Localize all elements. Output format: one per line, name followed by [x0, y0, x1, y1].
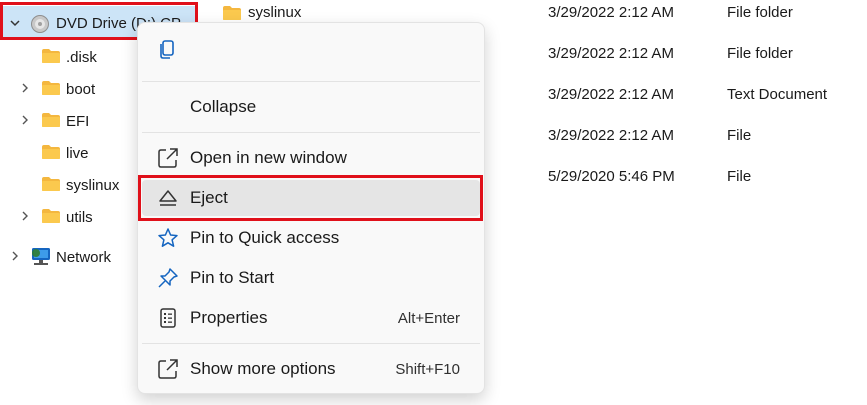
- menu-item-properties[interactable]: Properties Alt+Enter: [142, 300, 480, 336]
- folder-icon: [41, 176, 61, 192]
- menu-separator: [142, 81, 480, 82]
- file-date: 3/29/2022 2:12 AM: [548, 127, 674, 144]
- file-date: 3/29/2022 2:12 AM: [548, 4, 674, 21]
- folder-icon: [41, 112, 61, 128]
- chevron-right-icon[interactable]: [18, 81, 32, 95]
- chevron-right-icon[interactable]: [18, 113, 32, 127]
- chevron-down-icon[interactable]: [8, 16, 22, 30]
- network-icon: [30, 245, 52, 267]
- chevron-right-icon[interactable]: [8, 249, 22, 263]
- tree-item-label: EFI: [66, 113, 90, 130]
- tree-item-label: live: [66, 145, 89, 162]
- properties-icon: [157, 307, 179, 329]
- tree-item-label: boot: [66, 81, 96, 98]
- menu-item-eject[interactable]: Eject: [142, 180, 480, 216]
- file-type: Text Document: [727, 86, 828, 103]
- menu-item-label: Collapse: [190, 97, 257, 116]
- menu-item-label: Properties: [190, 308, 268, 327]
- dvd-drive-icon: [30, 14, 50, 34]
- menu-item-pin-to-start[interactable]: Pin to Start: [142, 260, 480, 296]
- menu-separator: [142, 343, 480, 344]
- file-date: 5/29/2020 5:46 PM: [548, 168, 675, 185]
- folder-icon: [41, 80, 61, 96]
- folder-icon: [41, 208, 61, 224]
- tree-item-label: syslinux: [66, 177, 120, 194]
- file-type: File: [727, 127, 752, 144]
- menu-separator: [142, 132, 480, 133]
- file-name: syslinux: [248, 4, 302, 21]
- menu-item-pin-quick-access[interactable]: Pin to Quick access: [142, 220, 480, 256]
- menu-item-collapse[interactable]: Collapse: [142, 89, 480, 125]
- menu-item-open-new-window[interactable]: Open in new window: [142, 140, 480, 176]
- chevron-right-icon[interactable]: [18, 209, 32, 223]
- menu-item-shortcut: Alt+Enter: [397, 309, 460, 327]
- folder-icon: [41, 144, 61, 160]
- file-date: 3/29/2022 2:12 AM: [548, 86, 674, 103]
- menu-item-label: Show more options: [190, 359, 336, 378]
- tree-item-label: .disk: [66, 49, 97, 66]
- menu-item-label: Pin to Quick access: [190, 228, 340, 247]
- menu-item-show-more-options[interactable]: Show more options Shift+F10: [142, 351, 480, 387]
- more-options-icon: [157, 358, 179, 380]
- file-date: 3/29/2022 2:12 AM: [548, 45, 674, 62]
- pin-icon: [157, 267, 179, 289]
- open-new-window-icon: [157, 147, 179, 169]
- context-menu: Collapse Open in new window Eject Pin to…: [137, 22, 485, 394]
- eject-icon: [157, 187, 179, 209]
- menu-item-label: Open in new window: [190, 148, 347, 167]
- folder-icon: [222, 5, 242, 21]
- tree-item-label: Network: [56, 249, 112, 266]
- file-type: File: [727, 168, 752, 185]
- menu-item-shortcut: Shift+F10: [395, 360, 460, 378]
- file-type: File folder: [727, 4, 793, 21]
- copy-button[interactable]: [152, 37, 182, 67]
- menu-item-label: Eject: [190, 188, 228, 207]
- tree-item-label: utils: [66, 209, 93, 226]
- copy-icon: [157, 39, 177, 66]
- star-icon: [157, 227, 179, 249]
- menu-item-label: Pin to Start: [190, 268, 275, 287]
- file-type: File folder: [727, 45, 793, 62]
- folder-icon: [41, 48, 61, 64]
